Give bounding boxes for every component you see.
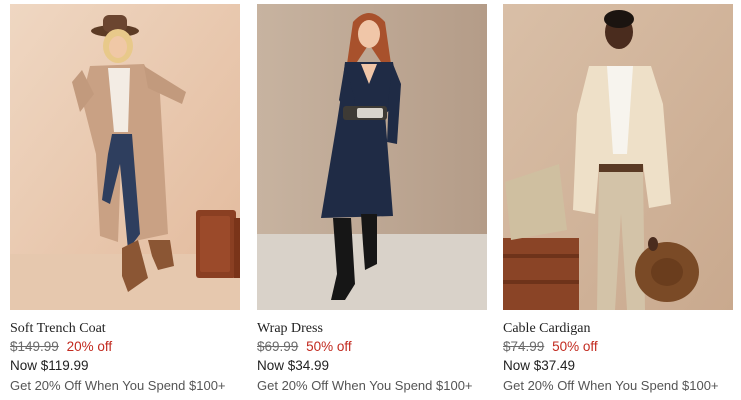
product-grid: Soft Trench Coat $149.99 20% off Now $11…: [0, 0, 741, 400]
product-name[interactable]: Cable Cardigan: [503, 320, 733, 338]
product-image-trench-coat[interactable]: [10, 4, 240, 310]
sale-price: Now $119.99: [10, 358, 89, 373]
discount-badge: 50% off: [306, 339, 352, 354]
price-row: $69.99 50% off: [257, 338, 487, 356]
product-image-wrap-dress[interactable]: [257, 4, 487, 310]
sale-price: Now $37.49: [503, 358, 576, 373]
promo-text: Get 20% Off When You Spend $100+: [10, 378, 226, 393]
promo-text: Get 20% Off When You Spend $100+: [503, 378, 719, 393]
discount-badge: 20% off: [66, 339, 113, 354]
wrap-dress-photo: [257, 4, 487, 310]
sale-price: Now $34.99: [257, 358, 330, 373]
promo-text: Get 20% Off When You Spend $100+: [257, 378, 473, 393]
discount-badge: 50% off: [552, 339, 598, 354]
original-price: $74.99: [503, 339, 545, 354]
trench-coat-photo: [10, 4, 240, 310]
product-name[interactable]: Soft Trench Coat: [10, 320, 240, 338]
price-row: $149.99 20% off: [10, 338, 240, 356]
cable-cardigan-photo: [503, 4, 733, 310]
original-price: $149.99: [10, 339, 59, 354]
original-price: $69.99: [257, 339, 299, 354]
product-card[interactable]: Wrap Dress $69.99 50% off Now $34.99 Get…: [257, 4, 487, 395]
product-image-cable-cardigan[interactable]: [503, 4, 733, 310]
product-name[interactable]: Wrap Dress: [257, 320, 487, 338]
product-card[interactable]: Cable Cardigan $74.99 50% off Now $37.49…: [503, 4, 733, 395]
product-card[interactable]: Soft Trench Coat $149.99 20% off Now $11…: [10, 4, 240, 395]
price-row: $74.99 50% off: [503, 338, 733, 356]
